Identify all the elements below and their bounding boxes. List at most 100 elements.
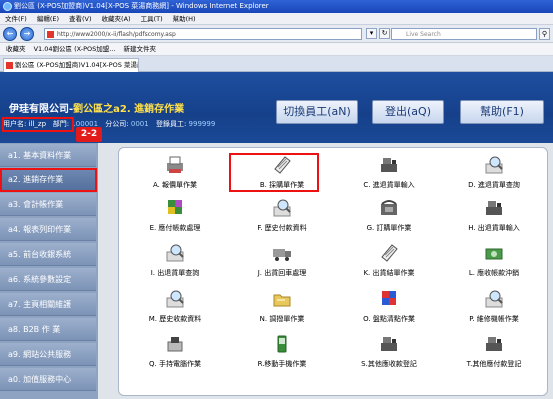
function-label: G. 訂購單作業 [366, 224, 412, 232]
cash-register-icon [381, 337, 397, 351]
function-f[interactable]: F. 歷史付款資料 [229, 196, 335, 239]
function-i[interactable]: I. 出退貨單查詢 [122, 241, 228, 284]
function-g[interactable]: G. 訂購單作業 [336, 196, 442, 239]
cash-register-icon [486, 201, 502, 215]
menu-help[interactable]: 幫助(H) [168, 15, 201, 23]
ie-logo-icon [3, 2, 12, 11]
company-name: 伊珪有限公司- [9, 104, 74, 115]
printer-icon [167, 156, 183, 173]
search-icon[interactable]: ⚲ [539, 28, 550, 40]
phone-icon [381, 200, 397, 215]
favorite-link[interactable]: V1.04劉公區 (X-POS加盟... [34, 45, 116, 53]
page-title: 伊珪有限公司-劉公區之a2. 進銷存作業 [9, 100, 184, 115]
grid-icon [168, 200, 182, 214]
menu-favorites[interactable]: 收藏夾(A) [97, 15, 136, 23]
tab-bar: 劉公區 (X-POS加盟商)V1.04[X-POS 菜湯商務網] [0, 56, 553, 72]
menu-view[interactable]: 查看(V) [64, 15, 97, 23]
function-label: P. 維修機帳作業 [469, 315, 519, 323]
sidebar-item-pos[interactable]: a5. 前台收銀系統 [0, 243, 96, 266]
sidebar-item-basic-data[interactable]: a1. 基本資料作業 [0, 144, 96, 167]
function-label: Q. 手持電腦作業 [149, 360, 201, 368]
function-label: N. 調撥單作業 [259, 315, 305, 323]
search-icon [166, 290, 184, 308]
menu-file[interactable]: 文件(F) [0, 15, 32, 23]
function-c[interactable]: C. 進退貨單輸入 [336, 153, 442, 196]
forward-icon[interactable]: → [20, 27, 34, 41]
branch-value: 0001 [130, 120, 149, 128]
function-e[interactable]: E. 應付帳款處理 [122, 196, 228, 239]
document-icon [381, 244, 398, 262]
sidebar-item-web-services[interactable]: a9. 網站公共服務 [0, 343, 96, 366]
function-m[interactable]: M. 歷史收款資料 [122, 287, 228, 330]
folder-icon [273, 294, 291, 307]
function-l[interactable]: L. 應收帳款沖銷 [441, 241, 547, 284]
new-folder-link[interactable]: 新建文件夾 [124, 45, 157, 53]
function-highlight-box [229, 153, 319, 192]
function-j[interactable]: J. 出貨回車處理 [229, 241, 335, 284]
search-input[interactable]: Live Search [391, 28, 537, 40]
tab-page-icon [6, 62, 13, 69]
function-label: L. 應收帳款沖銷 [468, 269, 520, 277]
window-titlebar: 劉公區 (X-POS加盟商)V1.04[X-POS 菜湯商務網] - Windo… [0, 0, 553, 13]
page-icon [47, 31, 54, 38]
function-label: S.其他應收款登記 [361, 360, 417, 368]
refresh-icon[interactable]: ↻ [379, 28, 390, 39]
favorites-button[interactable]: 收藏夾 [6, 45, 26, 53]
sidebar-item-value-added[interactable]: a0. 加值服務中心 [0, 368, 96, 391]
function-label: F. 歷史付款資料 [257, 224, 307, 232]
sidebar-item-b2b[interactable]: a8. B2B 作 業 [0, 318, 96, 341]
help-button[interactable]: 幫助(F1) [460, 100, 544, 124]
sidebar-item-settings[interactable]: a6. 系統參數設定 [0, 268, 96, 291]
favorites-bar: 收藏夾 V1.04劉公區 (X-POS加盟... 新建文件夾 [0, 43, 553, 56]
menu-bar: 文件(F) 編輯(E) 查看(V) 收藏夾(A) 工具(T) 幫助(H) [0, 13, 553, 25]
blocks-icon [382, 291, 396, 305]
module-name: 劉公區之a2. 進銷存作業 [73, 104, 185, 115]
cash-register-icon [381, 158, 397, 172]
mobile-icon [277, 335, 287, 353]
callout-badge: 2-2 [76, 127, 102, 142]
browser-tab[interactable]: 劉公區 (X-POS加盟商)V1.04[X-POS 菜湯商務網] [3, 58, 139, 72]
menu-edit[interactable]: 編輯(E) [32, 15, 64, 23]
function-t[interactable]: T.其他應付款登記 [441, 332, 547, 375]
switch-staff-button[interactable]: 切換員工(aN) [276, 100, 358, 124]
window-title: 劉公區 (X-POS加盟商)V1.04[X-POS 菜湯商務網] - Windo… [14, 2, 269, 10]
address-input[interactable]: http://www2000/x-ii/flash/pdfscomy.asp [44, 28, 362, 40]
function-s[interactable]: S.其他應收款登記 [336, 332, 442, 375]
search-icon [166, 244, 184, 262]
address-text: http://www2000/x-ii/flash/pdfscomy.asp [57, 31, 176, 38]
cash-register-icon [486, 337, 502, 351]
staff-value: 999999 [188, 120, 216, 128]
logout-button[interactable]: 登出(aQ) [372, 100, 444, 124]
function-r[interactable]: R.移動手機作業 [229, 332, 335, 375]
function-label: E. 應付帳款處理 [149, 224, 201, 232]
function-q[interactable]: Q. 手持電腦作業 [122, 332, 228, 375]
function-label: I. 出退貨單查詢 [150, 269, 200, 277]
function-label: T.其他應付款登記 [466, 360, 522, 368]
handheld-icon [167, 337, 183, 352]
back-icon[interactable]: ← [3, 27, 17, 41]
sidebar-item-reports[interactable]: a4. 報表列印作業 [0, 218, 96, 241]
tab-title: 劉公區 (X-POS加盟商)V1.04[X-POS 菜湯商務網] [15, 61, 138, 69]
function-label: H. 出退貨單輸入 [468, 224, 520, 232]
function-d[interactable]: D. 進退貨單查詢 [441, 153, 547, 196]
sidebar-highlight-box [0, 168, 97, 192]
cash-icon [485, 248, 503, 260]
function-a[interactable]: A. 報價單作業 [122, 153, 228, 196]
function-o[interactable]: O. 盤點清點作業 [336, 287, 442, 330]
address-toolbar: ← → http://www2000/x-ii/flash/pdfscomy.a… [0, 25, 553, 43]
search-icon [273, 199, 291, 217]
function-label: J. 出貨回車處理 [257, 269, 307, 277]
menu-tools[interactable]: 工具(T) [136, 15, 168, 23]
function-n[interactable]: N. 調撥單作業 [229, 287, 335, 330]
sidebar-item-homepage[interactable]: a7. 主頁相關維護 [0, 293, 96, 316]
dropdown-icon[interactable]: ▾ [366, 28, 377, 39]
function-label: K. 出貨結單作業 [363, 269, 415, 277]
function-label: C. 進退貨單輸入 [363, 181, 415, 189]
function-label: A. 報價單作業 [152, 181, 198, 189]
function-p[interactable]: P. 維修機帳作業 [441, 287, 547, 330]
sidebar-item-accounting[interactable]: a3. 會計帳作業 [0, 193, 96, 216]
branch-label: 分公司: [105, 120, 129, 128]
function-h[interactable]: H. 出退貨單輸入 [441, 196, 547, 239]
staff-label: 登錄員工: [155, 120, 187, 128]
function-k[interactable]: K. 出貨結單作業 [336, 241, 442, 284]
